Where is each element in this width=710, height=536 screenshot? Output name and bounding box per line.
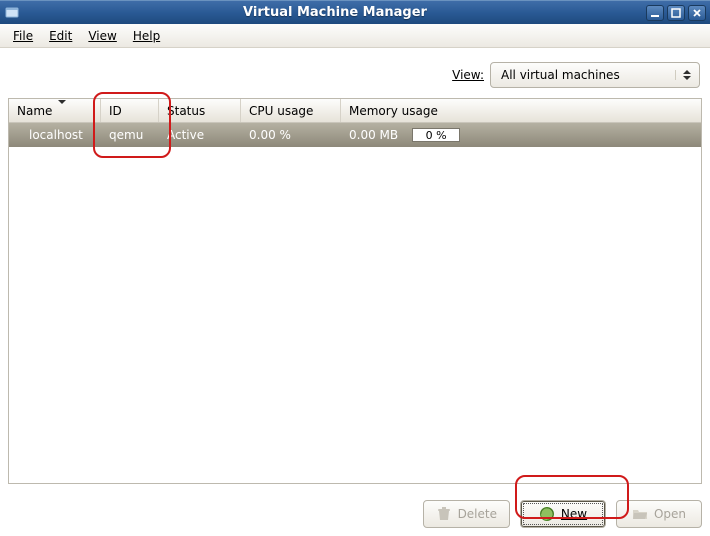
col-header-status[interactable]: Status [159,99,241,122]
menu-help-label: Help [133,29,160,43]
col-header-name[interactable]: Name [9,99,101,122]
cell-mem: 0.00 MB 0 % [341,128,701,142]
cell-mem-text: 0.00 MB [349,128,398,142]
view-filter-combo[interactable]: All virtual machines [490,62,700,88]
footer-buttons: Delete New Open [0,490,710,536]
col-header-mem[interactable]: Memory usage [341,99,701,122]
menubar: File Edit View Help [0,24,710,48]
mem-usage-bar: 0 % [412,128,460,142]
cell-cpu: 0.00 % [241,128,341,142]
folder-open-icon [632,506,648,522]
close-button[interactable] [688,5,706,21]
col-header-name-label: Name [17,104,52,118]
menu-edit[interactable]: Edit [42,27,79,45]
app-icon [4,5,20,21]
menu-file-label: File [13,29,33,43]
view-filter-row: View: All virtual machines [10,62,700,88]
menu-view-label: View [88,29,116,43]
delete-button: Delete [423,500,510,528]
trash-icon [436,506,452,522]
maximize-button[interactable] [667,5,685,21]
table-header-row: Name ID Status CPU usage Memory usage [9,99,701,123]
titlebar: Virtual Machine Manager [0,0,710,24]
cell-id: qemu [101,128,159,142]
new-button[interactable]: New [520,500,606,528]
new-button-label: New [561,507,587,521]
col-header-mem-label: Memory usage [349,104,438,118]
menu-view[interactable]: View [81,27,123,45]
new-icon [539,506,555,522]
col-header-cpu-label: CPU usage [249,104,313,118]
minimize-button[interactable] [646,5,664,21]
menu-help[interactable]: Help [126,27,167,45]
col-header-cpu[interactable]: CPU usage [241,99,341,122]
content-area: View: All virtual machines Name ID Statu… [0,48,710,490]
window-title: Virtual Machine Manager [24,5,646,20]
menu-edit-label: Edit [49,29,72,43]
cell-status: Active [159,128,241,142]
menu-file[interactable]: File [6,27,40,45]
sort-indicator-icon [58,104,66,118]
view-filter-selected: All virtual machines [501,68,675,82]
window-buttons [646,5,706,21]
col-header-id[interactable]: ID [101,99,159,122]
delete-button-label: Delete [458,507,497,521]
view-filter-label: View: [452,68,484,82]
vm-table: Name ID Status CPU usage Memory usage lo… [8,98,702,484]
open-button-label: Open [654,507,686,521]
col-header-id-label: ID [109,104,122,118]
combo-spinner-icon [675,70,693,80]
col-header-status-label: Status [167,104,205,118]
cell-name: localhost [9,128,101,142]
open-button: Open [616,500,702,528]
table-row[interactable]: localhost qemu Active 0.00 % 0.00 MB 0 % [9,123,701,147]
